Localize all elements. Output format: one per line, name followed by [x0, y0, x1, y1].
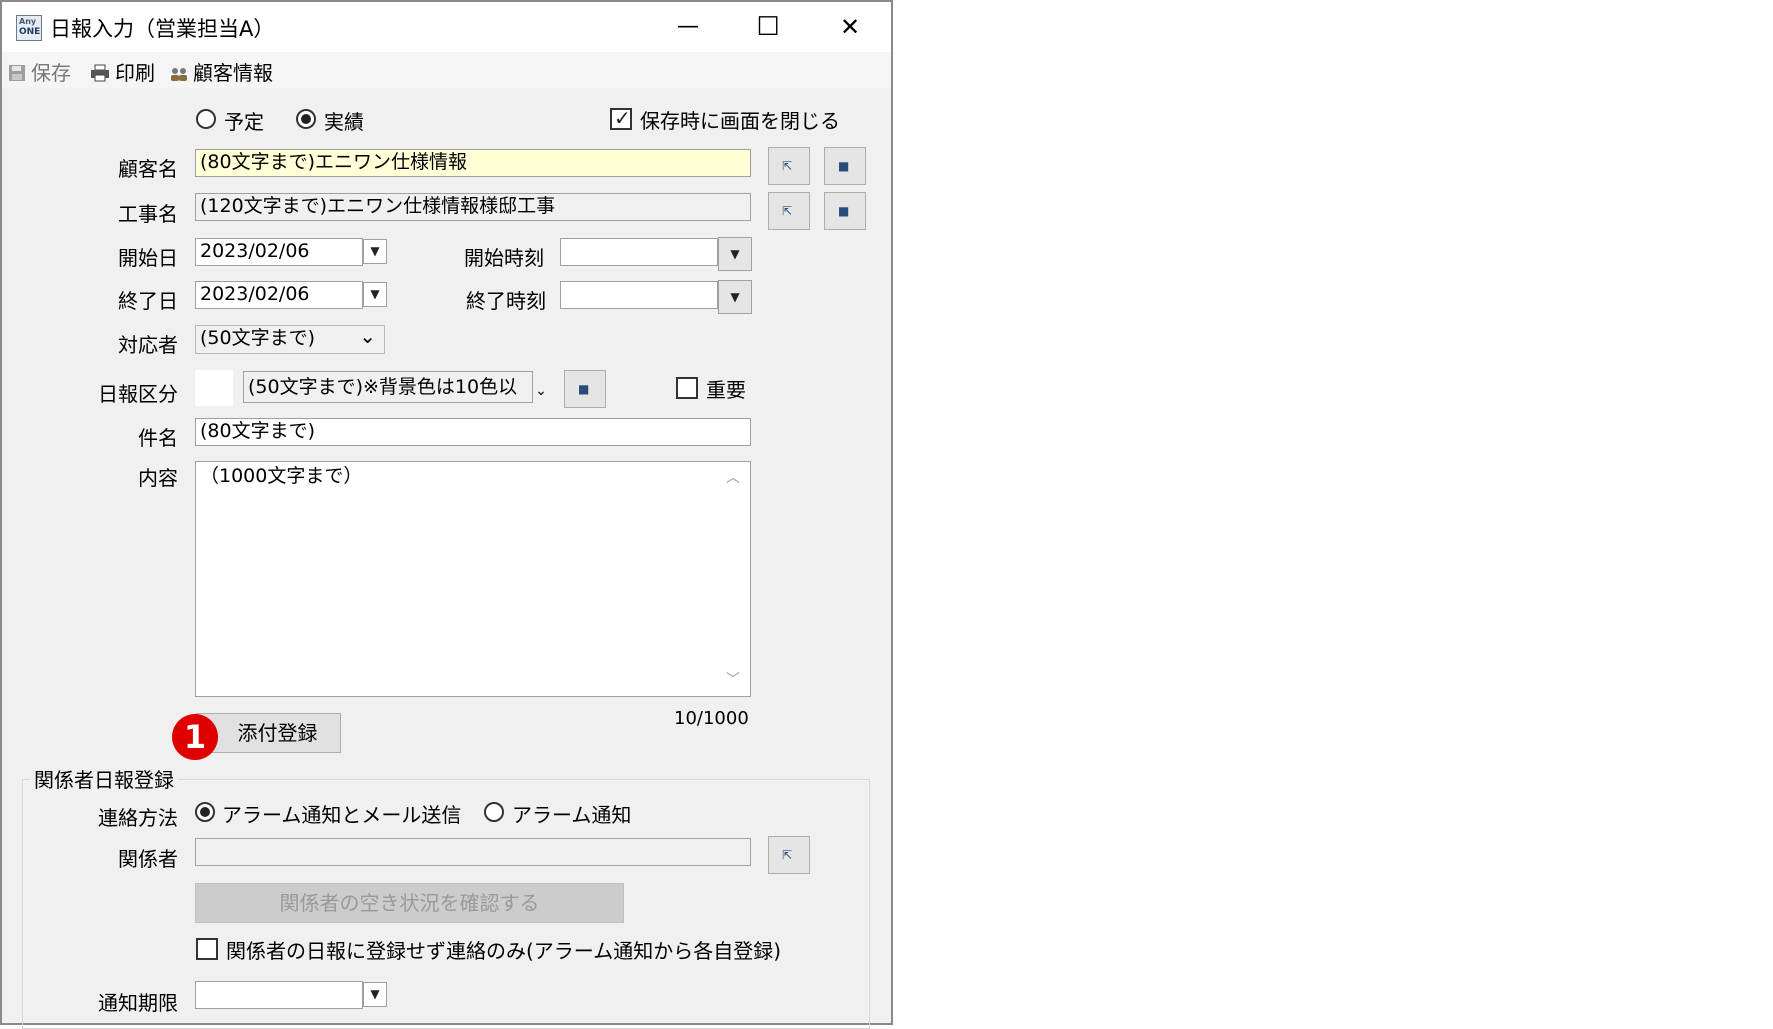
notify-only-checkbox[interactable]: [196, 938, 218, 960]
scroll-down-icon[interactable]: ﹀: [726, 668, 740, 693]
save-button[interactable]: 保存: [8, 60, 71, 86]
app-logo-bottom-text: ONE: [19, 27, 41, 37]
category-detail-button[interactable]: ■: [564, 370, 606, 408]
window-title: 日報入力（営業担当A）: [50, 17, 275, 41]
persons-select-button[interactable]: ⇱: [768, 836, 810, 874]
subject-label: 件名: [138, 426, 178, 450]
detail-icon: ■: [838, 204, 850, 218]
customer-label: 顧客名: [118, 157, 178, 181]
related-group-title: 関係者日報登録: [30, 764, 178, 793]
alarm-mail-radio-label: アラーム通知とメール送信: [222, 803, 462, 827]
callout-badge: 1: [172, 714, 218, 760]
select-icon: ⇱: [782, 204, 793, 218]
select-icon: ⇱: [782, 848, 793, 862]
plan-radio[interactable]: [196, 109, 216, 129]
notify-deadline-label: 通知期限: [98, 991, 178, 1015]
maximize-icon[interactable]: ☐: [746, 10, 790, 44]
detail-icon: ■: [578, 382, 590, 396]
content-label: 内容: [138, 466, 178, 490]
content-textarea[interactable]: （1000文字まで） ︿ ﹀: [195, 461, 751, 697]
project-field[interactable]: (120文字まで)エニワン仕様情報様邸工事: [195, 193, 751, 221]
persons-label: 関係者: [118, 847, 178, 871]
people-icon: [170, 62, 188, 88]
alarm-radio-label: アラーム通知: [512, 803, 632, 827]
char-count: 10/1000: [674, 708, 749, 729]
actual-radio-label: 実績: [324, 110, 364, 134]
handler-select[interactable]: (50文字まで) ⌄: [195, 325, 385, 354]
actual-radio[interactable]: [296, 109, 316, 129]
start-date-dropdown-icon[interactable]: ▼: [363, 239, 387, 264]
end-date-label: 終了日: [118, 289, 178, 313]
minimize-icon[interactable]: —: [666, 10, 710, 44]
print-button[interactable]: 印刷: [90, 60, 155, 86]
close-on-save-label: 保存時に画面を閉じる: [640, 109, 840, 133]
end-time-label: 終了時刻: [466, 289, 546, 313]
start-date-label: 開始日: [118, 246, 178, 270]
app-logo-icon: Any ONE: [16, 15, 42, 41]
subject-field[interactable]: (80文字まで): [195, 418, 751, 446]
customer-info-label: 顧客情報: [193, 61, 273, 85]
app-logo-top-text: Any: [19, 17, 37, 26]
project-detail-button[interactable]: ■: [824, 192, 866, 230]
persons-field[interactable]: [195, 838, 751, 866]
customer-select-button[interactable]: ⇱: [768, 147, 810, 185]
contact-method-label: 連絡方法: [98, 806, 178, 830]
close-on-save-checkbox[interactable]: ✓: [610, 106, 632, 130]
category-small-dropdown-icon[interactable]: ⌄: [533, 371, 549, 403]
start-date-field[interactable]: 2023/02/06: [195, 238, 363, 266]
important-label: 重要: [706, 378, 746, 402]
alarm-mail-radio[interactable]: [195, 802, 215, 822]
alarm-radio[interactable]: [484, 802, 504, 822]
customer-info-button[interactable]: 顧客情報: [170, 60, 273, 86]
plan-radio-label: 予定: [224, 110, 264, 134]
notify-only-label: 関係者の日報に登録せず連絡のみ(アラーム通知から各自登録): [226, 939, 782, 963]
checkmark-icon: ✓: [614, 106, 631, 130]
end-date-dropdown-icon[interactable]: ▼: [363, 282, 387, 307]
printer-icon: [90, 62, 110, 88]
start-time-label: 開始時刻: [464, 246, 544, 270]
customer-detail-button[interactable]: ■: [824, 147, 866, 185]
save-label: 保存: [31, 61, 71, 85]
important-checkbox[interactable]: [676, 377, 698, 399]
category-color-swatch: [195, 370, 233, 406]
category-label: 日報区分: [98, 382, 178, 406]
close-icon[interactable]: ✕: [828, 10, 872, 44]
select-icon: ⇱: [782, 159, 793, 173]
print-label: 印刷: [115, 61, 155, 85]
handler-label: 対応者: [118, 333, 178, 357]
project-select-button[interactable]: ⇱: [768, 192, 810, 230]
chevron-down-icon: ⌄: [359, 325, 376, 348]
scroll-up-icon[interactable]: ︿: [726, 466, 740, 491]
start-time-dropdown-icon[interactable]: ▼: [718, 237, 752, 271]
daily-report-window: Any ONE 日報入力（営業担当A） — ☐ ✕ 保存 印刷 顧客情報 予定 …: [0, 0, 893, 1029]
end-time-dropdown-icon[interactable]: ▼: [718, 280, 752, 314]
end-date-field[interactable]: 2023/02/06: [195, 281, 363, 309]
customer-field[interactable]: (80文字まで)エニワン仕様情報: [195, 149, 751, 177]
start-time-field[interactable]: [560, 238, 718, 266]
handler-value: (50文字まで): [200, 327, 316, 349]
notify-deadline-field[interactable]: [195, 981, 363, 1009]
content-value: （1000文字まで）: [200, 465, 363, 487]
notify-deadline-dropdown-icon[interactable]: ▼: [363, 982, 387, 1007]
check-availability-button[interactable]: 関係者の空き状況を確認する: [195, 883, 624, 923]
floppy-disk-icon: [8, 62, 26, 88]
category-field[interactable]: (50文字まで)※背景色は10色以: [243, 371, 533, 403]
detail-icon: ■: [838, 159, 850, 173]
end-time-field[interactable]: [560, 281, 718, 309]
project-label: 工事名: [118, 202, 178, 226]
